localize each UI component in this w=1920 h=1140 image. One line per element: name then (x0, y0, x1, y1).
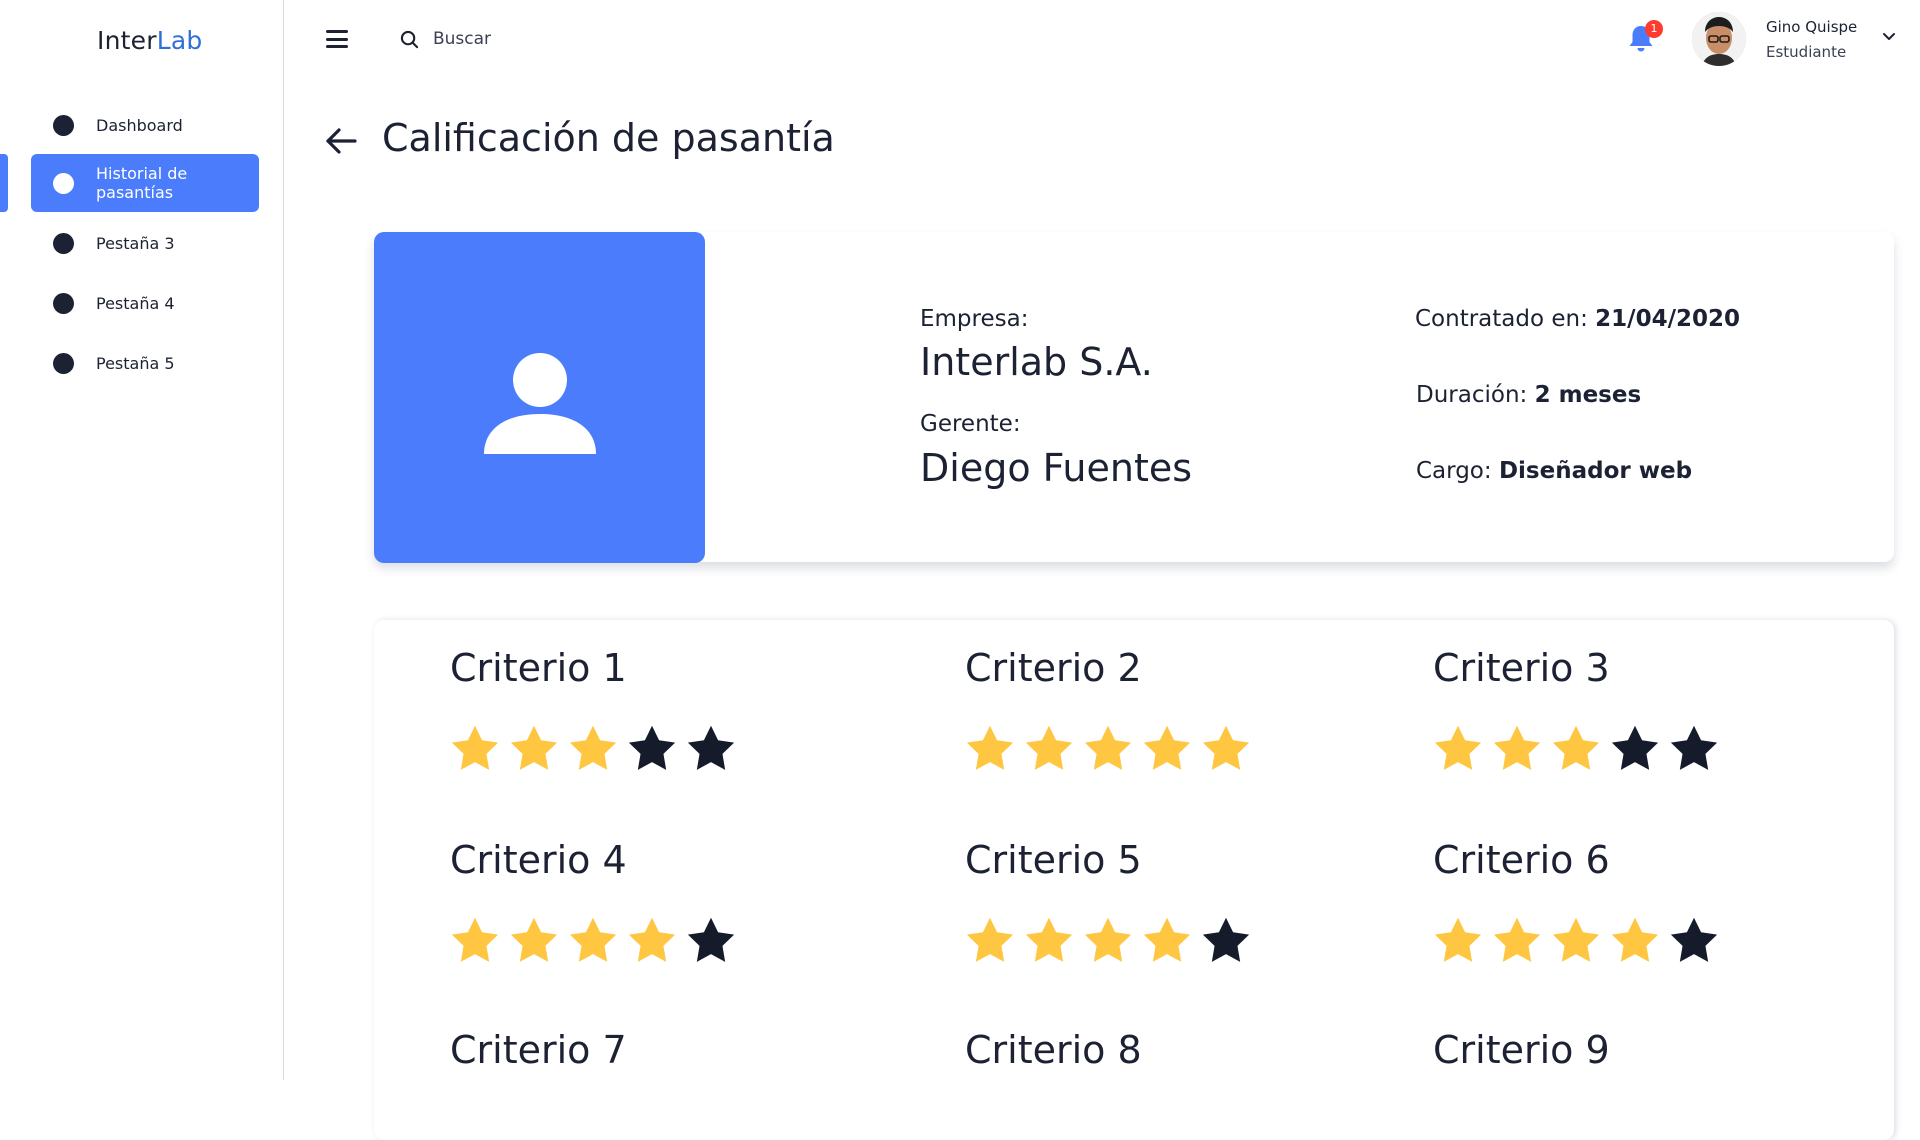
company-name: Interlab S.A. (920, 340, 1153, 384)
sidebar-item-label: Historial de pasantías (96, 164, 188, 202)
position: Cargo: Diseñador web (1416, 458, 1693, 484)
star-filled-icon[interactable] (450, 916, 500, 964)
star-rating[interactable] (965, 916, 1251, 964)
star-filled-icon[interactable] (965, 724, 1015, 772)
avatar-image (1692, 12, 1746, 66)
star-rating[interactable] (450, 916, 736, 964)
star-filled-icon[interactable] (450, 724, 500, 772)
nav-dot-icon (53, 114, 74, 136)
criterion-9: Criterio 9 (1433, 1028, 1833, 1078)
criterion-2: Criterio 2 (965, 646, 1365, 770)
criterion-title: Criterio 8 (965, 1028, 1142, 1072)
hired-date: Contratado en: 21/04/2020 (1415, 306, 1740, 332)
star-rating[interactable] (1433, 724, 1719, 772)
active-indicator (0, 154, 8, 212)
nav-dot-icon (53, 172, 74, 194)
criterion-title: Criterio 3 (1433, 646, 1610, 690)
star-empty-icon[interactable] (686, 724, 736, 772)
criterion-8: Criterio 8 (965, 1028, 1365, 1078)
criterion-3: Criterio 3 (1433, 646, 1833, 770)
menu-icon[interactable] (326, 30, 348, 48)
nav-dot-icon (53, 232, 74, 254)
criterion-title: Criterio 9 (1433, 1028, 1610, 1072)
criterion-title: Criterio 4 (450, 838, 627, 882)
star-filled-icon[interactable] (627, 916, 677, 964)
criterion-1: Criterio 1 (450, 646, 850, 770)
chevron-down-icon[interactable] (1882, 32, 1896, 42)
sidebar-item-label: Pestaña 3 (96, 233, 175, 253)
user-name[interactable]: Gino Quispe (1766, 18, 1857, 36)
avatar[interactable] (1692, 12, 1746, 66)
nav-dot-icon (53, 292, 74, 314)
star-rating[interactable] (1433, 916, 1719, 964)
criterion-4: Criterio 4 (450, 838, 850, 962)
star-filled-icon[interactable] (568, 724, 618, 772)
star-filled-icon[interactable] (1492, 724, 1542, 772)
user-placeholder-icon (484, 353, 596, 454)
star-rating[interactable] (965, 724, 1251, 772)
star-filled-icon[interactable] (1492, 916, 1542, 964)
star-filled-icon[interactable] (1142, 724, 1192, 772)
star-rating[interactable] (450, 724, 736, 772)
criterion-title: Criterio 2 (965, 646, 1142, 690)
company-photo (374, 232, 705, 563)
criterion-title: Criterio 6 (1433, 838, 1610, 882)
star-filled-icon[interactable] (1142, 916, 1192, 964)
star-filled-icon[interactable] (1433, 916, 1483, 964)
star-empty-icon[interactable] (627, 724, 677, 772)
page-title: Calificación de pasantía (382, 116, 835, 160)
sidebar: InterLab Dashboard Historial de pasantía… (0, 0, 284, 1080)
company-label: Empresa: (920, 306, 1029, 332)
notification-badge: 1 (1645, 20, 1663, 38)
sidebar-item-historial-de-pasantias[interactable]: Historial de pasantías (31, 154, 259, 212)
star-empty-icon[interactable] (1669, 724, 1719, 772)
star-filled-icon[interactable] (1551, 916, 1601, 964)
criterion-title: Criterio 1 (450, 646, 627, 690)
star-empty-icon[interactable] (1669, 916, 1719, 964)
duration: Duración: 2 meses (1416, 382, 1642, 408)
star-filled-icon[interactable] (568, 916, 618, 964)
user-role: Estudiante (1766, 43, 1847, 61)
manager-name: Diego Fuentes (920, 446, 1193, 490)
star-filled-icon[interactable] (1024, 724, 1074, 772)
nav-dot-icon (53, 352, 74, 374)
star-filled-icon[interactable] (509, 724, 559, 772)
sidebar-item-label: Dashboard (96, 115, 183, 135)
app-logo[interactable]: InterLab (97, 26, 202, 55)
star-empty-icon[interactable] (1610, 724, 1660, 772)
star-filled-icon[interactable] (1024, 916, 1074, 964)
criterion-5: Criterio 5 (965, 838, 1365, 962)
sidebar-item-dashboard[interactable]: Dashboard (31, 96, 259, 154)
search-bar[interactable]: Buscar (400, 26, 491, 52)
search-icon (400, 30, 419, 48)
star-empty-icon[interactable] (686, 916, 736, 964)
star-filled-icon[interactable] (1083, 916, 1133, 964)
search-label: Buscar (433, 29, 492, 49)
star-filled-icon[interactable] (1201, 724, 1251, 772)
sidebar-item-pestana-3[interactable]: Pestaña 3 (31, 214, 259, 272)
sidebar-item-label: Pestaña 5 (96, 353, 175, 373)
criterion-6: Criterio 6 (1433, 838, 1833, 962)
star-filled-icon[interactable] (509, 916, 559, 964)
sidebar-item-label: Pestaña 4 (96, 293, 175, 313)
star-empty-icon[interactable] (1201, 916, 1251, 964)
star-filled-icon[interactable] (1551, 724, 1601, 772)
back-arrow-icon[interactable] (324, 126, 358, 156)
star-filled-icon[interactable] (965, 916, 1015, 964)
sidebar-item-pestana-5[interactable]: Pestaña 5 (31, 334, 259, 392)
criterion-title: Criterio 5 (965, 838, 1142, 882)
star-filled-icon[interactable] (1433, 724, 1483, 772)
sidebar-item-pestana-4[interactable]: Pestaña 4 (31, 274, 259, 332)
criterion-7: Criterio 7 (450, 1028, 850, 1078)
star-filled-icon[interactable] (1083, 724, 1133, 772)
criterion-title: Criterio 7 (450, 1028, 627, 1072)
manager-label: Gerente: (920, 411, 1021, 437)
star-filled-icon[interactable] (1610, 916, 1660, 964)
